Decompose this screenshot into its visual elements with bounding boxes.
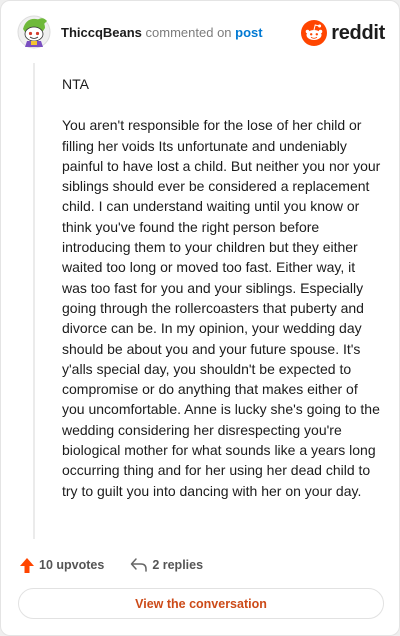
- reddit-brand[interactable]: reddit: [301, 20, 385, 46]
- comment-paragraph: NTA: [62, 76, 89, 92]
- view-conversation-button[interactable]: View the conversation: [18, 588, 384, 619]
- comment-body: NTA You aren't responsible for the lose …: [62, 74, 382, 522]
- reply-count: 2 replies: [152, 558, 204, 572]
- comment-card: ThiccqBeans commented on post reddit NTA…: [0, 0, 400, 636]
- comment-header: ThiccqBeans commented on post reddit: [17, 15, 385, 55]
- username-link[interactable]: ThiccqBeans: [61, 25, 142, 40]
- reddit-logo-icon: [301, 20, 328, 46]
- upvote-button[interactable]: 10 upvotes: [19, 557, 104, 574]
- action-text: commented on: [145, 25, 232, 40]
- brand-wordmark: reddit: [331, 21, 385, 44]
- thread-line: [33, 63, 35, 539]
- post-link[interactable]: post: [235, 25, 262, 40]
- comment-actions: 10 upvotes 2 replies: [19, 555, 203, 575]
- replies-button[interactable]: 2 replies: [130, 557, 203, 573]
- snoo-avatar-icon[interactable]: [17, 15, 51, 49]
- reply-arrow-icon: [131, 558, 148, 572]
- upvote-count: 10 upvotes: [39, 558, 105, 572]
- comment-byline: ThiccqBeans commented on post: [61, 25, 263, 40]
- comment-paragraph: You aren't responsible for the lose of h…: [62, 117, 381, 499]
- upvote-arrow-icon: [20, 557, 34, 573]
